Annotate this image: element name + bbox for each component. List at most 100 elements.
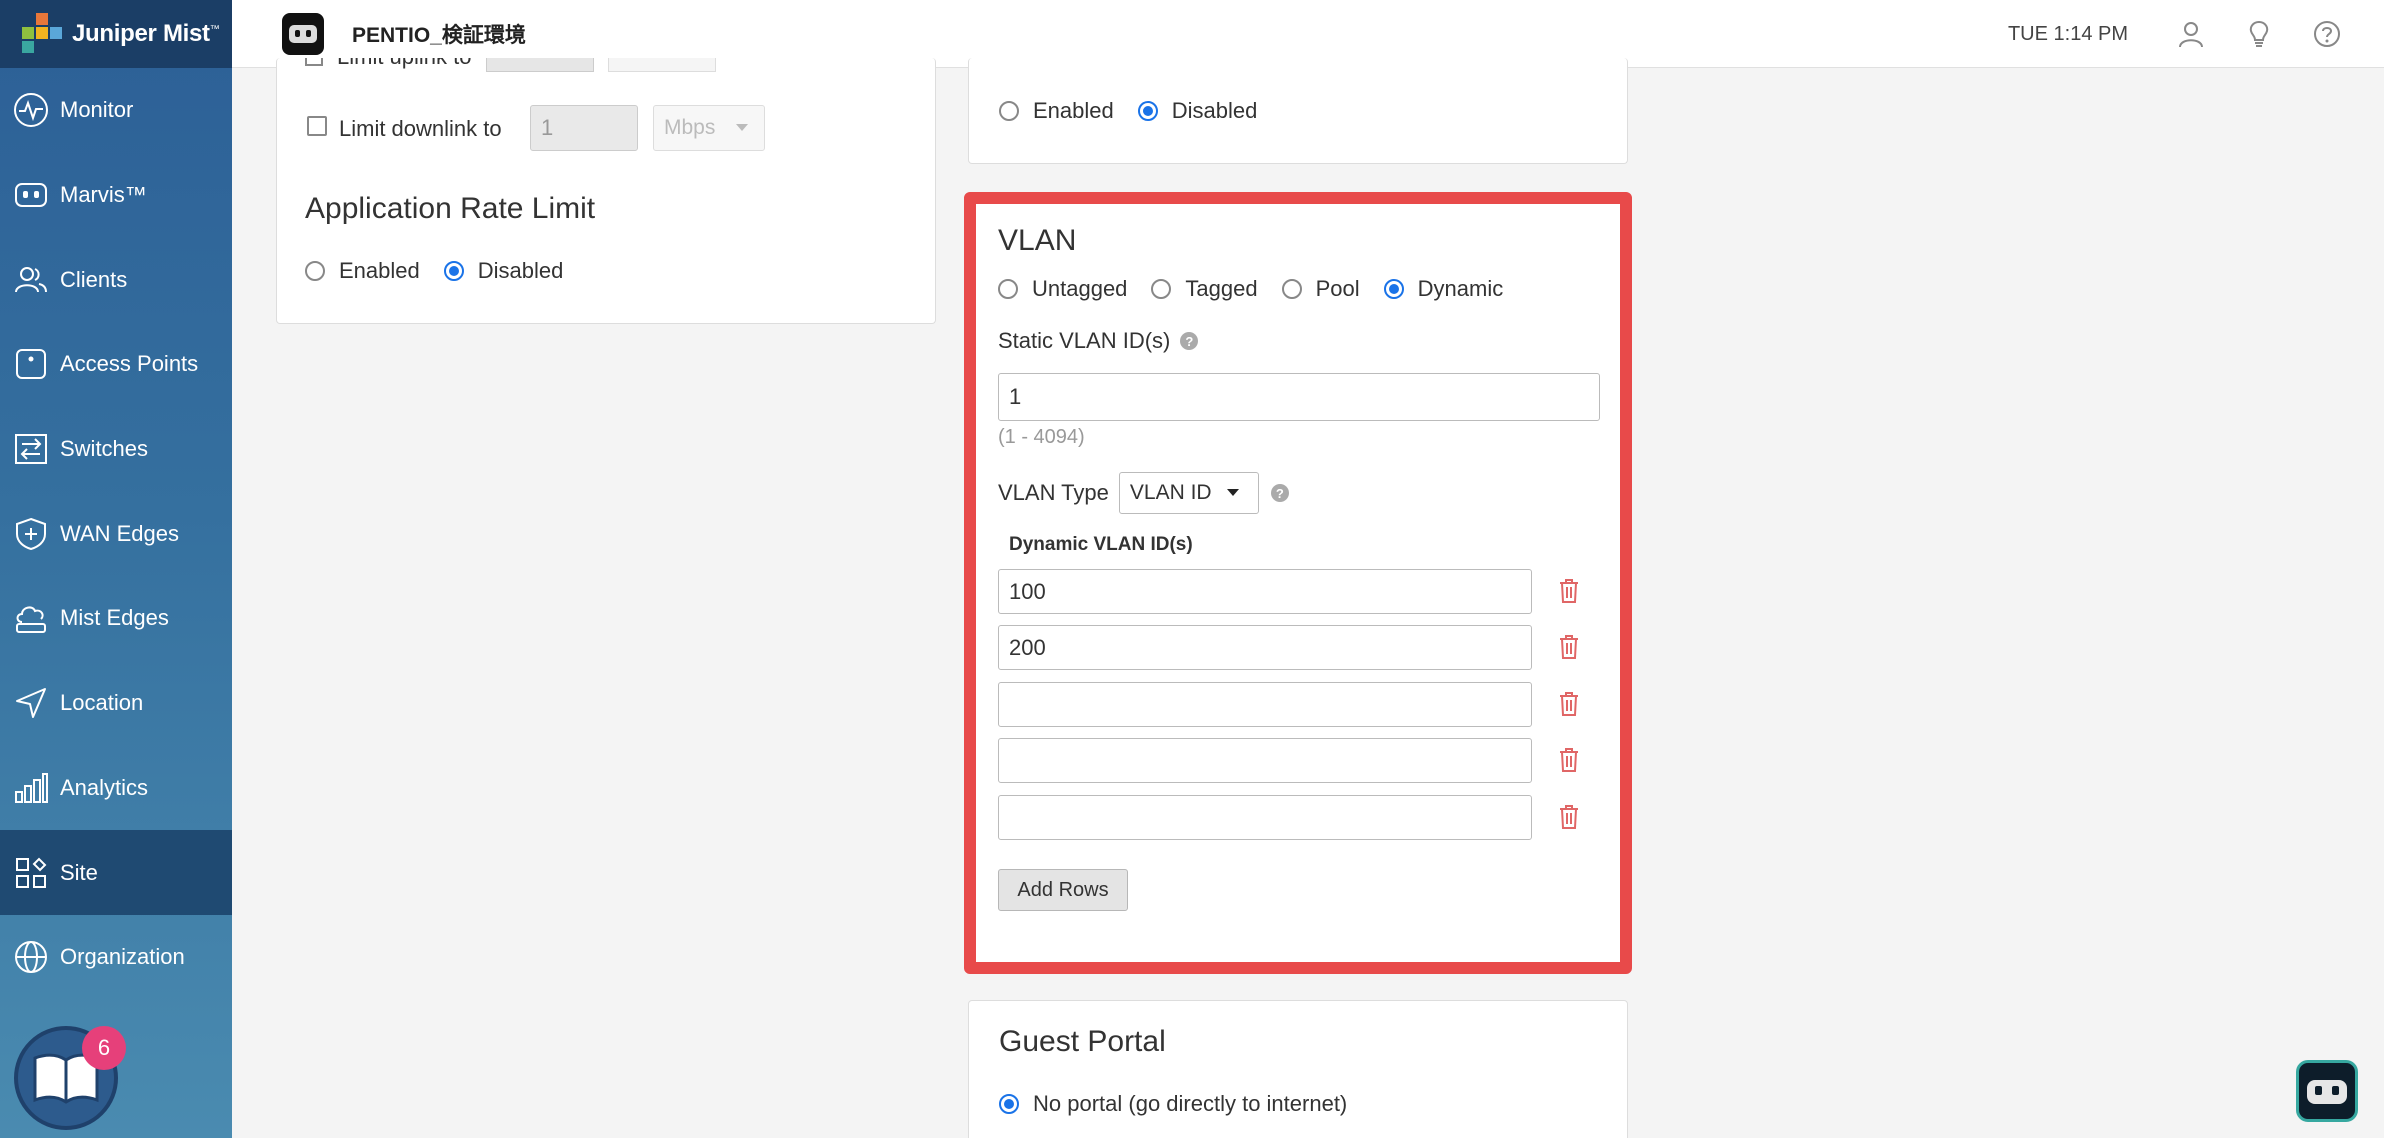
vlan-tagged-label: Tagged xyxy=(1185,276,1258,301)
marvis-avatar-icon[interactable] xyxy=(282,12,324,55)
vlan-pool-label: Pool xyxy=(1315,276,1360,301)
dynamic-vlan-input[interactable] xyxy=(998,795,1532,840)
downlink-value-input[interactable]: 1 xyxy=(530,105,638,151)
sidebar-item-site[interactable]: Site xyxy=(0,830,232,915)
limit-downlink-label: Limit downlink to xyxy=(339,116,502,141)
clients-icon xyxy=(12,261,50,299)
lightbulb-icon[interactable] xyxy=(2244,19,2274,49)
app-rate-enabled-radio[interactable] xyxy=(305,261,325,281)
top-right-panel: Enabled Disabled xyxy=(968,58,1628,164)
vlan-pool-radio[interactable] xyxy=(1281,279,1302,299)
notification-count-badge: 6 xyxy=(82,1026,126,1070)
logo[interactable]: Juniper Mist™ xyxy=(0,0,232,68)
sidebar-item-mist-edges[interactable]: Mist Edges xyxy=(0,576,232,661)
limit-downlink-checkbox[interactable] xyxy=(307,116,327,136)
vlan-panel: VLAN Untagged Tagged Pool Dynamic Static… xyxy=(976,204,1620,962)
app-rate-limit-title: Application Rate Limit xyxy=(305,192,596,225)
static-vlan-input[interactable]: 1 xyxy=(998,373,1600,421)
vlan-type-select[interactable]: VLAN ID xyxy=(1118,472,1259,514)
vlan-type-label: VLAN Type xyxy=(998,480,1109,505)
sidebar-item-label: Analytics xyxy=(60,774,149,800)
chevron-down-icon xyxy=(736,124,749,131)
cloud-icon xyxy=(12,599,50,637)
sidebar-item-label: Access Points xyxy=(60,351,199,377)
dynamic-vlan-input[interactable]: 100 xyxy=(998,569,1532,614)
chat-bot-button[interactable] xyxy=(2296,1060,2358,1122)
logo-text: Juniper Mist™ xyxy=(72,20,220,47)
rate-limit-panel: Limit uplink to Limit downlink to 1 Mbps… xyxy=(276,58,936,324)
sidebar-nav: Monitor Marvis™ Clients Access Points Sw… xyxy=(0,68,232,1000)
limit-uplink-label: Limit uplink to xyxy=(337,58,472,70)
trash-icon[interactable] xyxy=(1558,634,1580,660)
sidebar-item-monitor[interactable]: Monitor xyxy=(0,68,232,153)
vlan-title: VLAN xyxy=(998,224,1077,257)
trash-icon[interactable] xyxy=(1558,804,1580,830)
sidebar-item-label: Location xyxy=(60,690,144,716)
sidebar-item-switches[interactable]: Switches xyxy=(0,407,232,492)
bar-chart-icon xyxy=(12,769,50,807)
help-icon[interactable] xyxy=(2312,19,2342,49)
add-rows-button[interactable]: Add Rows xyxy=(998,869,1128,911)
app-rate-disabled-radio[interactable] xyxy=(443,261,464,281)
location-arrow-icon xyxy=(12,684,50,722)
trash-icon[interactable] xyxy=(1558,578,1580,604)
sidebar-item-organization[interactable]: Organization xyxy=(0,915,232,1000)
site-icon xyxy=(12,854,50,892)
clock: TUE 1:14 PM xyxy=(2007,22,2128,45)
sidebar-item-marvis[interactable]: Marvis™ xyxy=(0,153,232,238)
vlan-mode-group: Untagged Tagged Pool Dynamic xyxy=(998,276,1527,302)
vlan-dynamic-label: Dynamic xyxy=(1417,276,1504,301)
sidebar-item-location[interactable]: Location xyxy=(0,661,232,746)
disabled-label: Disabled xyxy=(1171,98,1258,123)
dynamic-vlan-input[interactable] xyxy=(998,738,1532,783)
marvis-bot-icon xyxy=(2307,1080,2347,1104)
enabled-radio[interactable] xyxy=(999,101,1019,121)
globe-icon xyxy=(12,938,50,976)
app-rate-disabled-label: Disabled xyxy=(477,258,564,283)
sidebar-item-label: Monitor xyxy=(60,97,134,123)
access-point-icon xyxy=(12,345,50,383)
static-vlan-label: Static VLAN ID(s) xyxy=(998,328,1171,353)
vlan-tagged-radio[interactable] xyxy=(1151,279,1172,299)
trash-icon[interactable] xyxy=(1558,691,1580,717)
disabled-radio[interactable] xyxy=(1137,101,1158,121)
vlan-type-value: VLAN ID xyxy=(1129,481,1212,504)
org-name[interactable]: PENTIO_検証環境 xyxy=(352,19,526,49)
sidebar-item-label: Switches xyxy=(60,436,149,462)
sidebar-item-clients[interactable]: Clients xyxy=(0,237,232,322)
guest-portal-title: Guest Portal xyxy=(999,1025,1166,1058)
pulse-icon xyxy=(12,91,50,129)
guest-portal-panel: Guest Portal No portal (go directly to i… xyxy=(968,1000,1628,1138)
vlan-untagged-radio[interactable] xyxy=(998,279,1018,299)
vlan-dynamic-radio[interactable] xyxy=(1383,279,1404,299)
sidebar-item-label: Mist Edges xyxy=(60,605,169,631)
help-question-icon[interactable]: ? xyxy=(1180,332,1199,350)
marvis-icon xyxy=(12,176,50,214)
limit-uplink-row: Limit uplink to xyxy=(305,58,865,88)
no-portal-label: No portal (go directly to internet) xyxy=(1033,1091,1348,1116)
dynamic-vlan-input[interactable]: 200 xyxy=(998,625,1532,670)
no-portal-radio[interactable] xyxy=(999,1094,1019,1114)
vlan-untagged-label: Untagged xyxy=(1032,276,1128,301)
vlan-type-row: VLAN Type VLAN ID ? xyxy=(998,472,1289,514)
sidebar-item-label: WAN Edges xyxy=(60,520,180,546)
sidebar-item-label: Site xyxy=(60,859,98,885)
static-vlan-label-row: Static VLAN ID(s) ? xyxy=(998,328,1199,354)
dynamic-vlan-label: Dynamic VLAN ID(s) xyxy=(1009,534,1193,555)
help-question-icon[interactable]: ? xyxy=(1270,484,1289,502)
juniper-logo-icon xyxy=(22,13,64,55)
sidebar-item-label: Marvis™ xyxy=(60,182,147,208)
sidebar-item-analytics[interactable]: Analytics xyxy=(0,746,232,831)
sidebar-item-label: Clients xyxy=(60,266,128,292)
dynamic-vlan-input[interactable] xyxy=(998,682,1532,727)
enabled-label: Enabled xyxy=(1033,98,1114,123)
downlink-unit-select[interactable]: Mbps xyxy=(653,105,765,151)
sidebar-item-access-points[interactable]: Access Points xyxy=(0,322,232,407)
static-vlan-hint: (1 - 4094) xyxy=(998,426,1085,448)
downlink-unit-value: Mbps xyxy=(664,116,716,139)
trash-icon[interactable] xyxy=(1558,747,1580,773)
chevron-down-icon xyxy=(1226,489,1239,496)
sidebar: Juniper Mist™ Monitor Marvis™ Clients Ac… xyxy=(0,0,232,1138)
sidebar-item-wan-edges[interactable]: WAN Edges xyxy=(0,491,232,576)
user-icon[interactable] xyxy=(2176,19,2206,49)
